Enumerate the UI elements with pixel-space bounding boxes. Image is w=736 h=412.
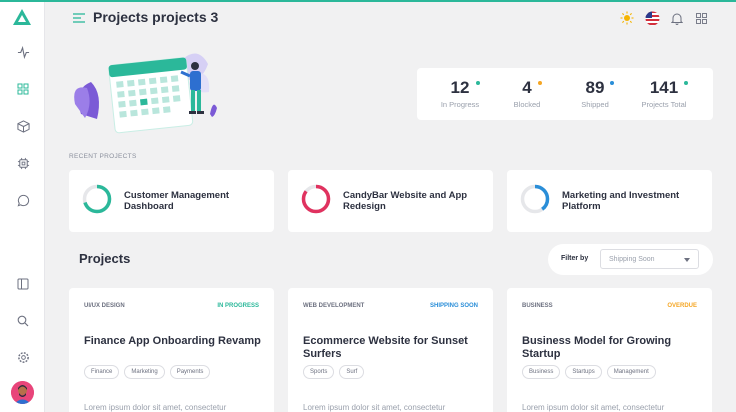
gear-icon[interactable] — [13, 347, 33, 367]
stat-label: Blocked — [513, 100, 541, 109]
progress-ring — [82, 184, 112, 214]
status-dot — [610, 81, 614, 85]
menu-icon[interactable] — [72, 11, 86, 29]
tag[interactable]: Startups — [565, 365, 602, 379]
project-card[interactable]: UI/UX DESIGN IN PROGRESS Finance App Onb… — [69, 288, 274, 412]
progress-ring — [301, 184, 331, 214]
stat-in-progress: 12 In Progress — [425, 78, 495, 109]
grid-icon[interactable] — [13, 79, 33, 99]
recent-project-card[interactable]: Customer Management Dashboard — [69, 170, 274, 232]
recent-project-card[interactable]: CandyBar Website and App Redesign — [288, 170, 493, 232]
status-badge: OVERDUE — [667, 303, 697, 309]
sidebar-panel-icon[interactable] — [13, 274, 33, 294]
project-description: Lorem ipsum dolor sit amet, consectetur — [522, 403, 665, 412]
status-badge: SHIPPING SOON — [429, 303, 478, 309]
project-description: Lorem ipsum dolor sit amet, consectetur — [84, 403, 227, 412]
recent-project-card[interactable]: Marketing and Investment Platform — [507, 170, 712, 232]
stat-value: 12 — [450, 78, 470, 97]
sidebar — [0, 2, 45, 412]
page-title: Projects projects 3 — [93, 9, 219, 25]
status-dot — [684, 81, 688, 85]
tag-list: Finance Marketing Payments — [84, 365, 211, 379]
tag[interactable]: Sports — [303, 365, 335, 379]
filter-select-value: Shipping Soon — [609, 256, 655, 263]
status-dot — [538, 81, 542, 85]
filter-bar: Filter by Shipping Soon — [548, 244, 713, 275]
tag[interactable]: Surf — [339, 365, 365, 379]
project-category: WEB DEVELOPMENT — [303, 303, 365, 309]
chat-icon[interactable] — [13, 190, 33, 210]
stat-value: 4 — [522, 78, 532, 97]
tag-list: Business Startups Management — [522, 365, 656, 379]
sun-icon[interactable] — [619, 10, 635, 26]
project-title: Finance App Onboarding Revamp — [84, 335, 261, 347]
status-dot — [476, 81, 480, 85]
project-title: Ecommerce Website for Sunset Surfers — [303, 335, 468, 360]
tag-list: Sports Surf — [303, 365, 365, 379]
recent-project-title: CandyBar Website and App Redesign — [343, 190, 468, 212]
filter-label: Filter by — [561, 255, 589, 262]
project-description: Lorem ipsum dolor sit amet, consectetur — [303, 403, 446, 412]
chip-icon[interactable] — [13, 153, 33, 173]
chevron-down-icon — [684, 258, 690, 262]
main-content: Projects projects 3 12 In Progress 4 Blo… — [45, 2, 736, 412]
stat-shipped: 89 Shipped — [560, 78, 630, 109]
apps-grid-icon[interactable] — [693, 10, 709, 26]
project-title: Business Model for Growing Startup — [522, 335, 672, 360]
tag[interactable]: Management — [606, 365, 656, 379]
projects-heading: Projects — [79, 251, 131, 266]
stat-label: Shipped — [581, 100, 609, 109]
project-card[interactable]: WEB DEVELOPMENT SHIPPING SOON Ecommerce … — [288, 288, 493, 412]
recent-project-title: Marketing and Investment Platform — [562, 190, 680, 212]
bell-icon[interactable] — [669, 10, 685, 26]
stat-value: 141 — [649, 78, 679, 97]
recent-project-title: Customer Management Dashboard — [124, 190, 230, 212]
stat-label: In Progress — [440, 100, 480, 109]
stats-panel: 12 In Progress 4 Blocked 89 Shipped 141 … — [417, 68, 713, 120]
recent-projects-label: RECENT PROJECTS — [69, 153, 137, 160]
stat-blocked: 4 Blocked — [492, 78, 562, 109]
us-flag-icon[interactable] — [644, 10, 660, 26]
progress-ring — [520, 184, 550, 214]
tag[interactable]: Marketing — [124, 365, 165, 379]
project-card[interactable]: BUSINESS OVERDUE Business Model for Grow… — [507, 288, 712, 412]
logo-triangle-icon[interactable] — [12, 8, 32, 31]
box-icon[interactable] — [13, 116, 33, 136]
project-category: UI/UX DESIGN — [84, 303, 125, 309]
project-category: BUSINESS — [522, 303, 553, 309]
stat-value: 89 — [585, 78, 605, 97]
calendar-illustration — [73, 44, 223, 144]
tag[interactable]: Business — [522, 365, 561, 379]
tag[interactable]: Payments — [169, 365, 211, 379]
tag[interactable]: Finance — [84, 365, 120, 379]
activity-icon[interactable] — [13, 42, 33, 62]
stat-projects-total: 141 Projects Total — [629, 78, 699, 109]
search-icon[interactable] — [13, 311, 33, 331]
status-badge: IN PROGRESS — [217, 303, 259, 309]
stat-label: Projects Total — [641, 100, 687, 109]
avatar[interactable] — [11, 381, 34, 404]
filter-select[interactable]: Shipping Soon — [600, 249, 699, 269]
